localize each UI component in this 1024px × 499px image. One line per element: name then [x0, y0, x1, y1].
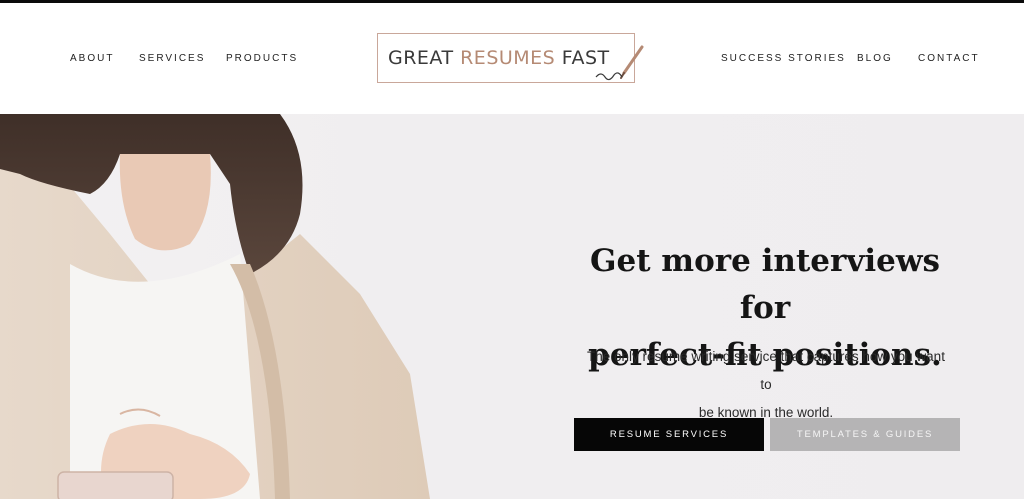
hero-section: Get more interviews for perfect-fit posi… — [0, 114, 1024, 499]
nav-link-contact[interactable]: CONTACT — [918, 53, 980, 65]
nav-link-products[interactable]: PRODUCTS — [226, 53, 298, 65]
hero-subtext-line1: The only resume writing service that cap… — [587, 349, 945, 392]
hero-woman-image — [0, 114, 430, 499]
nav-link-success-stories[interactable]: SUCCESS STORIES — [721, 53, 846, 65]
logo-wordmark: GREAT RESUMES FAST — [388, 46, 610, 70]
hero-subtext: The only resume writing service that cap… — [580, 343, 952, 427]
resume-services-button[interactable]: RESUME SERVICES — [574, 418, 764, 451]
nav-link-blog[interactable]: BLOG — [857, 53, 893, 65]
nav-link-services[interactable]: SERVICES — [139, 53, 205, 65]
hero-headline-line1: Get more interviews for — [590, 243, 940, 326]
templates-guides-button[interactable]: TEMPLATES & GUIDES — [770, 418, 960, 451]
pen-nib-icon — [595, 45, 644, 81]
site-header: ABOUT SERVICES PRODUCTS GREAT RESUMES FA… — [0, 3, 1024, 114]
nav-link-about[interactable]: ABOUT — [70, 53, 114, 65]
logo-word-resumes: RESUMES — [460, 47, 556, 69]
logo-word-great: GREAT — [388, 47, 454, 69]
